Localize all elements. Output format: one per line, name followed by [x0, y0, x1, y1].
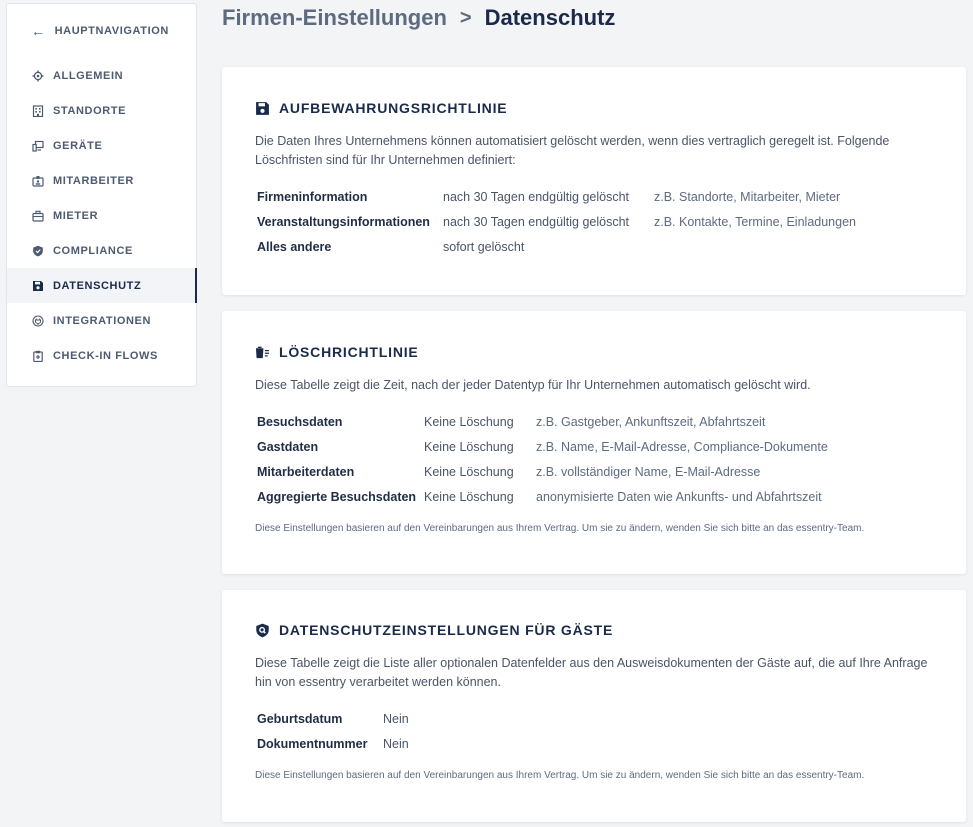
row-name: Mitarbeiterdaten: [257, 464, 355, 479]
breadcrumb: Firmen-Einstellungen > Datenschutz: [222, 4, 615, 32]
row-value: Keine Löschung: [424, 439, 514, 454]
row-name: Dokumentnummer: [257, 736, 368, 751]
badge-icon: [32, 175, 44, 187]
retention-policy-title: AUFBEWAHRUNGSRICHTLINIE: [279, 100, 508, 116]
row-value: Keine Löschung: [424, 489, 514, 504]
sidebar-item-mieter[interactable]: MIETER: [7, 198, 196, 233]
sidebar-item-label: COMPLIANCE: [53, 244, 133, 257]
row-value: Nein: [383, 711, 409, 726]
sidebar-item-label: ALLGEMEIN: [53, 69, 124, 82]
sidebar-item-label: DATENSCHUTZ: [53, 279, 142, 292]
building-icon: [32, 104, 44, 117]
table-row: Geburtsdatum Nein: [255, 706, 936, 731]
sidebar-item-compliance[interactable]: COMPLIANCE: [7, 233, 196, 268]
deletion-policy-card: LÖSCHRICHTLINIE Diese Tabelle zeigt die …: [222, 311, 966, 574]
devices-icon: [32, 140, 44, 152]
row-name: Firmeninformation: [257, 189, 368, 204]
breadcrumb-parent-link[interactable]: Firmen-Einstellungen: [222, 5, 447, 31]
sidebar-item-allgemein[interactable]: ALLGEMEIN: [7, 58, 196, 93]
sidebar-item-label: STANDORTE: [53, 104, 127, 117]
page-title: Datenschutz: [484, 5, 616, 30]
sidebar-item-datenschutz[interactable]: DATENSCHUTZ: [7, 268, 197, 303]
sidebar-item-label: MITARBEITER: [53, 174, 134, 187]
plug-icon: [32, 314, 44, 327]
retention-table: Firmeninformation nach 30 Tagen endgülti…: [255, 184, 936, 259]
save-icon: [32, 280, 44, 292]
guest-privacy-description: Diese Tabelle zeigt die Liste aller opti…: [255, 656, 928, 689]
table-row: Alles andere sofort gelöscht: [255, 234, 936, 259]
row-name: Geburtsdatum: [257, 711, 343, 726]
table-row: Mitarbeiterdaten Keine Löschung z.B. vol…: [255, 459, 936, 484]
shield-search-icon: [256, 623, 269, 637]
gear-icon: [32, 70, 44, 82]
sidebar-item-integrationen[interactable]: INTEGRATIONEN: [7, 303, 196, 338]
briefcase-icon: [32, 210, 44, 222]
row-name: Alles andere: [257, 239, 332, 254]
clipboard-icon: [32, 350, 44, 362]
table-row: Besuchsdaten Keine Löschung z.B. Gastgeb…: [255, 409, 936, 434]
arrow-left-icon: ←: [31, 23, 46, 39]
retention-policy-description: Die Daten Ihres Unternehmens können auto…: [255, 134, 890, 167]
guest-privacy-title: DATENSCHUTZEINSTELLUNGEN FÜR GÄSTE: [279, 622, 614, 638]
row-value: Keine Löschung: [424, 414, 514, 429]
table-row: Gastdaten Keine Löschung z.B. Name, E-Ma…: [255, 434, 936, 459]
sidebar-item-standorte[interactable]: STANDORTE: [7, 93, 196, 128]
row-value: Keine Löschung: [424, 464, 514, 479]
row-example: z.B. Gastgeber, Ankunftszeit, Abfahrtsze…: [536, 414, 766, 429]
row-example: z.B. Kontakte, Termine, Einladungen: [654, 214, 856, 229]
shield-icon: [32, 245, 44, 257]
breadcrumb-separator: >: [459, 6, 472, 29]
row-name: Besuchsdaten: [257, 414, 343, 429]
retention-policy-heading: AUFBEWAHRUNGSRICHTLINIE: [255, 100, 936, 116]
row-value: Nein: [383, 736, 409, 751]
sidebar-item-check-in-flows[interactable]: CHECK-IN FLOWS: [7, 338, 196, 373]
row-name: Veranstaltungsinformationen: [257, 214, 430, 229]
retention-policy-card: AUFBEWAHRUNGSRICHTLINIE Die Daten Ihres …: [222, 67, 966, 295]
row-name: Gastdaten: [257, 439, 319, 454]
row-example: z.B. Name, E-Mail-Adresse, Compliance-Do…: [536, 439, 828, 454]
table-row: Aggregierte Besuchsdaten Keine Löschung …: [255, 484, 936, 509]
table-row: Firmeninformation nach 30 Tagen endgülti…: [255, 184, 936, 209]
row-example: z.B. vollständiger Name, E-Mail-Adresse: [536, 464, 761, 479]
trash-list-icon: [255, 346, 270, 358]
save-icon: [256, 101, 269, 115]
deletion-policy-note: Diese Einstellungen basieren auf den Ver…: [255, 523, 865, 534]
deletion-policy-heading: LÖSCHRICHTLINIE: [255, 344, 936, 360]
back-label: HAUPTNAVIGATION: [54, 25, 169, 37]
deletion-policy-description: Diese Tabelle zeigt die Zeit, nach der j…: [255, 378, 811, 392]
guest-privacy-note: Diese Einstellungen basieren auf den Ver…: [255, 770, 865, 781]
table-row: Veranstaltungsinformationen nach 30 Tage…: [255, 209, 936, 234]
settings-sidebar: ← HAUPTNAVIGATION ALLGEMEIN STANDORTE GE…: [6, 3, 197, 387]
row-example: anonymisierte Daten wie Ankunfts- und Ab…: [536, 489, 822, 504]
guest-privacy-heading: DATENSCHUTZEINSTELLUNGEN FÜR GÄSTE: [255, 622, 936, 638]
sidebar-item-geraete[interactable]: GERÄTE: [7, 128, 196, 163]
row-name: Aggregierte Besuchsdaten: [257, 489, 417, 504]
row-value: nach 30 Tagen endgültig gelöscht: [443, 214, 630, 229]
sidebar-item-label: CHECK-IN FLOWS: [53, 349, 158, 362]
table-row: Dokumentnummer Nein: [255, 731, 936, 756]
back-to-main-nav-link[interactable]: ← HAUPTNAVIGATION: [31, 21, 169, 41]
row-value: sofort gelöscht: [443, 239, 525, 254]
guest-privacy-table: Geburtsdatum Nein Dokumentnummer Nein: [255, 706, 936, 756]
row-example: z.B. Standorte, Mitarbeiter, Mieter: [654, 189, 841, 204]
sidebar-item-mitarbeiter[interactable]: MITARBEITER: [7, 163, 196, 198]
sidebar-item-label: INTEGRATIONEN: [53, 314, 152, 327]
deletion-policy-title: LÖSCHRICHTLINIE: [279, 344, 419, 360]
deletion-table: Besuchsdaten Keine Löschung z.B. Gastgeb…: [255, 409, 936, 509]
settings-nav-list: ALLGEMEIN STANDORTE GERÄTE MITARBEITER M…: [7, 58, 197, 373]
sidebar-item-label: GERÄTE: [53, 139, 103, 152]
sidebar-item-label: MIETER: [53, 209, 99, 222]
row-value: nach 30 Tagen endgültig gelöscht: [443, 189, 630, 204]
guest-privacy-card: DATENSCHUTZEINSTELLUNGEN FÜR GÄSTE Diese…: [222, 590, 966, 822]
